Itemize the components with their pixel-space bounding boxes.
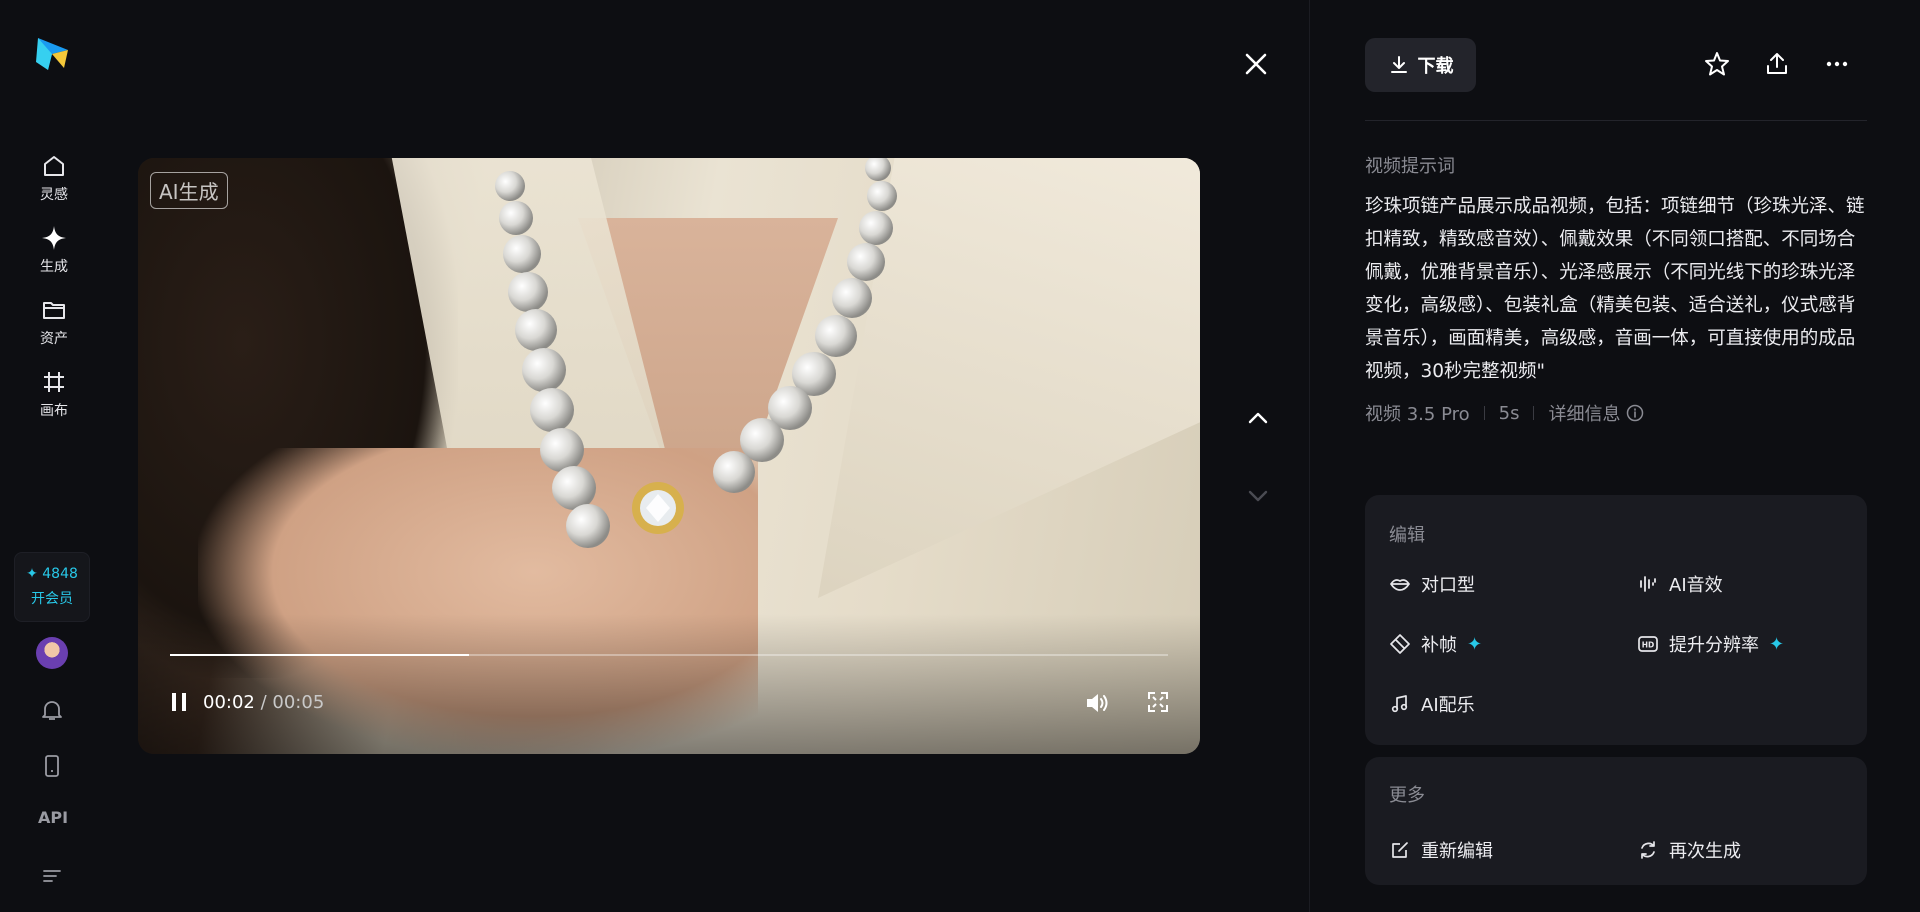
action-label: 再次生成 [1669, 841, 1741, 862]
sidebar-item-label: 灵感 [40, 187, 68, 203]
canvas-icon [44, 372, 64, 392]
sidebar-item-label: 画布 [40, 403, 68, 419]
action-label: 对口型 [1421, 575, 1475, 596]
action-label: 补帧 [1421, 635, 1457, 656]
prompt-title: 视频提示词 [1365, 156, 1455, 177]
premium-sparkle-icon: ✦ [1769, 633, 1785, 655]
share-icon[interactable] [1763, 50, 1791, 78]
sidebar-item-canvas[interactable]: 画布 [20, 368, 88, 428]
detail-panel: 下载 视频提示词 珍珠项链产品展示成品视频，包括：项链细节（珍珠光泽、链扣精致，… [1365, 0, 1867, 912]
action-label: AI配乐 [1421, 695, 1475, 716]
model-name: 视频 3.5 Pro [1365, 404, 1470, 425]
home-icon [44, 156, 64, 176]
sidebar-item-label: 资产 [40, 331, 68, 347]
edit-card-title: 编辑 [1389, 525, 1425, 546]
action-label: 提升分辨率 [1669, 635, 1759, 656]
re-edit-button[interactable]: 重新编辑 [1389, 837, 1493, 863]
edit-icon [1392, 842, 1408, 858]
action-label: AI音效 [1669, 575, 1723, 596]
sidebar-item-assets[interactable]: 资产 [20, 296, 88, 356]
vip-link[interactable]: 开会员 [31, 588, 73, 608]
audio-wave-icon [1640, 576, 1656, 592]
download-icon [1390, 56, 1407, 73]
sidebar-item-generate[interactable]: 生成 [20, 224, 88, 284]
star-icon[interactable] [1703, 50, 1731, 78]
credits-badge[interactable]: ✦ 4848 开会员 [14, 552, 90, 622]
edit-card: 编辑 对口型 AI音效 补帧 ✦ HD 提升分辨率 ✦ AI配乐 [1365, 495, 1867, 745]
sidebar-item-inspiration[interactable]: 灵感 [20, 152, 88, 212]
menu-icon[interactable] [38, 862, 66, 890]
app: 灵感 生成 资产 画布 ✦ 4848 开会员 API AI生成 00:02 / … [0, 0, 1920, 912]
music-note-icon [1391, 695, 1408, 713]
details-link[interactable]: 详细信息 [1548, 400, 1644, 426]
download-button[interactable]: 下载 [1365, 38, 1476, 92]
more-card: 更多 重新编辑 再次生成 [1365, 757, 1867, 885]
ai-generated-badge: AI生成 [150, 172, 228, 209]
duration: 5s [1498, 402, 1520, 424]
premium-sparkle-icon: ✦ [1467, 633, 1483, 655]
ai-music-button[interactable]: AI配乐 [1389, 691, 1475, 717]
sidebar-item-label: 生成 [40, 259, 68, 275]
ai-sound-effect-button[interactable]: AI音效 [1637, 571, 1723, 597]
api-link[interactable]: API [38, 808, 68, 827]
hd-icon: HD [1638, 636, 1658, 652]
sidebar: 灵感 生成 资产 画布 ✦ 4848 开会员 API [0, 0, 106, 912]
lip-sync-button[interactable]: 对口型 [1389, 571, 1475, 597]
action-label: 重新编辑 [1421, 841, 1493, 862]
more-card-title: 更多 [1389, 785, 1425, 806]
logo-icon[interactable] [34, 36, 70, 72]
credits-count: ✦ 4848 [26, 566, 78, 582]
chevron-up-icon[interactable] [1244, 404, 1272, 432]
bell-icon[interactable] [38, 696, 66, 724]
pause-icon[interactable] [168, 690, 192, 714]
frame-icon [1390, 634, 1410, 654]
header-divider [1365, 120, 1867, 121]
close-icon[interactable] [1240, 48, 1272, 80]
info-icon [1627, 404, 1644, 422]
video-player[interactable]: AI生成 00:02 / 00:05 [138, 158, 1200, 754]
frame-interpolation-button[interactable]: 补帧 ✦ [1389, 631, 1482, 657]
sparkle-icon [42, 226, 66, 250]
upscale-button[interactable]: HD 提升分辨率 ✦ [1637, 631, 1784, 657]
progress-fill [170, 654, 470, 656]
folder-icon [43, 302, 65, 319]
panel-divider [1309, 0, 1310, 912]
avatar[interactable] [36, 637, 68, 669]
details-label: 详细信息 [1548, 404, 1621, 425]
volume-icon[interactable] [1084, 690, 1110, 716]
regenerate-button[interactable]: 再次生成 [1637, 837, 1741, 863]
fullscreen-icon[interactable] [1146, 690, 1170, 714]
current-time: 00:02 [203, 692, 255, 713]
lips-icon [1390, 579, 1410, 591]
mobile-icon[interactable] [38, 752, 66, 780]
prompt-text: 珍珠项链产品展示成品视频，包括：项链细节（珍珠光泽、链扣精致，精致感音效）、佩戴… [1365, 196, 1865, 382]
chevron-down-icon[interactable] [1244, 482, 1272, 510]
total-time: / 00:05 [260, 692, 325, 713]
progress-bar[interactable] [170, 654, 1168, 656]
download-label: 下载 [1417, 56, 1454, 77]
video-meta: 视频 3.5 Pro 5s 详细信息 [1365, 400, 1644, 426]
more-icon[interactable] [1823, 50, 1851, 78]
meta-separator [1533, 406, 1535, 420]
time-display: 00:02 / 00:05 [203, 692, 324, 713]
regenerate-icon [1641, 841, 1655, 859]
svg-text:HD: HD [1642, 641, 1655, 650]
meta-separator [1483, 406, 1485, 420]
